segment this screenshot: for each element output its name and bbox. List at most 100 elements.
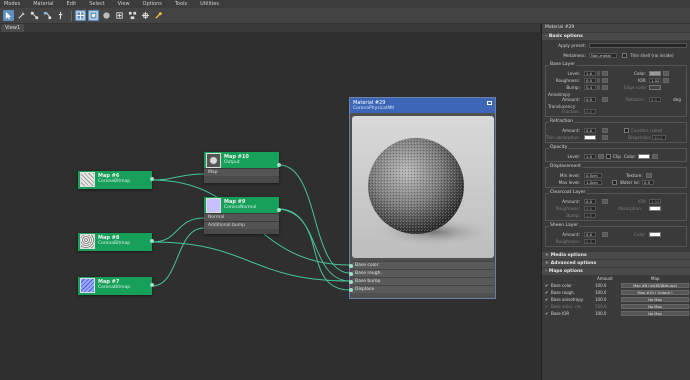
base-color-map-button[interactable] — [663, 71, 669, 76]
thin-shell-checkbox[interactable] — [622, 53, 627, 58]
node-map10[interactable]: Map #10 Output Map — [204, 152, 281, 183]
map8-output-socket[interactable] — [150, 239, 154, 243]
refraction-map-button[interactable] — [602, 128, 608, 133]
map9-output-socket[interactable] — [277, 208, 281, 212]
menu-material[interactable]: Material — [33, 0, 53, 8]
node-map6-header[interactable]: Map #6 CoronaBitmap — [78, 171, 152, 189]
menu-tools[interactable]: Tools — [175, 0, 187, 8]
map6-output-socket[interactable] — [150, 177, 154, 181]
node-map6[interactable]: Map #6 CoronaBitmap — [78, 171, 154, 189]
map-row-amount[interactable]: 100.0 — [595, 311, 606, 316]
node-map8-header[interactable]: Map #8 CoronaBitmap — [78, 233, 152, 251]
menu-edit[interactable]: Edit — [67, 0, 77, 8]
pin-icon[interactable] — [55, 10, 66, 21]
menu-options[interactable]: Options — [143, 0, 162, 8]
map10-port-map[interactable]: Map — [204, 168, 279, 176]
menu-utilities[interactable]: Utilities — [200, 0, 219, 8]
map-row-amount[interactable]: 100.0 — [595, 297, 606, 302]
aniso-amount-field[interactable]: 0.0 — [584, 97, 596, 102]
map-row-button[interactable]: Map #6 (uix3638db.jpg) — [621, 283, 689, 288]
map-row-checkbox[interactable]: ✔ — [545, 304, 548, 309]
sheen-color-swatch[interactable] — [649, 232, 661, 237]
material-port-base-rough[interactable]: Base rough. — [349, 269, 494, 277]
map-row-amount[interactable]: 100.0 — [595, 304, 606, 309]
media-options-rollout[interactable]: Media options — [542, 252, 690, 259]
thin-absorption-map-button[interactable] — [602, 135, 608, 140]
sheen-amount-field[interactable]: 0.0 — [584, 232, 596, 237]
basic-options-rollout[interactable]: Basic options — [542, 33, 690, 40]
metalness-dropdown[interactable]: Non-metal — [589, 53, 617, 58]
clearcoat-absorption-swatch[interactable] — [649, 206, 661, 211]
map10-output-socket[interactable] — [277, 163, 281, 167]
base-color-socket[interactable] — [349, 264, 353, 268]
grid-view-icon[interactable] — [75, 10, 86, 21]
displacement-texture-button[interactable] — [646, 173, 652, 178]
opacity-level-field[interactable]: 1.0 — [584, 154, 596, 159]
caustics-checkbox[interactable] — [624, 128, 629, 133]
base-roughness-spinner[interactable] — [597, 78, 600, 83]
apply-preset-dropdown[interactable] — [589, 43, 687, 48]
map-row-button[interactable]: No Map — [621, 304, 689, 309]
advanced-options-rollout[interactable]: Advanced options — [542, 260, 690, 267]
menu-view[interactable]: View — [118, 0, 130, 8]
minimize-icon[interactable] — [487, 101, 492, 105]
base-bump-socket[interactable] — [349, 280, 353, 284]
map-row-amount[interactable]: 100.0 — [595, 283, 606, 288]
water-level-field[interactable]: 0.5 — [642, 180, 654, 185]
node-map7[interactable]: Map #7 CoronaBitmap — [78, 277, 154, 295]
sheen-roughness-field[interactable]: 0.3 — [584, 239, 596, 244]
opacity-color-map-button[interactable] — [652, 154, 658, 159]
base-level-field[interactable]: 1.0 — [584, 71, 596, 76]
map-row-button[interactable]: Map #10 ( Output ) — [621, 290, 689, 295]
node-map9[interactable]: Map #9 CoronaNormal Normal Additional bu… — [204, 197, 281, 234]
base-ior-field[interactable]: 1.52 — [649, 78, 661, 83]
map-row-button[interactable]: No Map — [621, 311, 689, 316]
map7-output-socket[interactable] — [150, 283, 154, 287]
hand-icon[interactable] — [114, 10, 125, 21]
zoom-fit-icon[interactable] — [127, 10, 138, 21]
menu-modes[interactable]: Modes — [4, 0, 20, 8]
node-material29[interactable]: Material #29 CoronaPhysicalMtl Base colo… — [349, 97, 496, 299]
base-rough-socket[interactable] — [349, 272, 353, 276]
material-view-icon[interactable] — [88, 10, 99, 21]
select-arrow-icon[interactable] — [3, 10, 14, 21]
base-level-map-button[interactable] — [602, 71, 608, 76]
base-color-swatch[interactable] — [649, 71, 661, 76]
material29-header[interactable]: Material #29 CoronaPhysicalMtl — [350, 98, 495, 113]
tab-view1[interactable]: View1 — [1, 24, 25, 32]
material-port-base-color[interactable]: Base color — [349, 261, 494, 269]
dispersion-field[interactable]: 40.0 — [652, 135, 666, 140]
maps-options-rollout[interactable]: Maps options — [542, 268, 690, 275]
refraction-amount-field[interactable]: 0.0 — [584, 128, 596, 133]
link-icon[interactable] — [29, 10, 40, 21]
base-roughness-field[interactable]: 0.0 — [584, 78, 596, 83]
base-bump-spinner[interactable] — [597, 85, 600, 90]
node-map9-header[interactable]: Map #9 CoronaNormal — [204, 197, 279, 213]
water-level-checkbox[interactable] — [612, 180, 617, 185]
material-port-displace[interactable]: Displace — [349, 285, 494, 293]
min-level-field[interactable]: 0.5cm — [584, 173, 602, 178]
clearcoat-roughness-field[interactable]: 0.0 — [584, 206, 596, 211]
layout-icon[interactable] — [42, 10, 53, 21]
move-children-icon[interactable] — [140, 10, 151, 21]
map-row-checkbox[interactable]: ✔ — [545, 290, 548, 295]
opacity-color-swatch[interactable] — [638, 154, 650, 159]
clearcoat-amount-field[interactable]: 0.0 — [584, 199, 596, 204]
aniso-rotation-field[interactable]: 0.0 — [649, 97, 661, 102]
sphere-view-icon[interactable] — [101, 10, 112, 21]
aniso-amount-map-button[interactable] — [602, 97, 608, 102]
edge-color-swatch[interactable] — [649, 85, 661, 90]
base-ior-map-button[interactable] — [663, 78, 669, 83]
clip-checkbox[interactable] — [606, 154, 611, 159]
map-row-checkbox[interactable]: ✔ — [545, 297, 548, 302]
base-bump-map-button[interactable] — [602, 85, 608, 90]
show-map-icon[interactable] — [153, 10, 164, 21]
node-map7-header[interactable]: Map #7 CoronaBitmap — [78, 277, 152, 295]
clearcoat-bump-field[interactable]: 1.0 — [584, 213, 596, 218]
displace-socket[interactable] — [349, 288, 353, 292]
map-row-button[interactable]: No Map — [621, 297, 689, 302]
max-level-field[interactable]: 1.0cm — [584, 180, 602, 185]
translucency-fraction-field[interactable]: 0.0 — [584, 109, 596, 114]
map-row-amount[interactable]: 100.0 — [595, 290, 606, 295]
map9-port-normal[interactable]: Normal — [204, 213, 279, 221]
